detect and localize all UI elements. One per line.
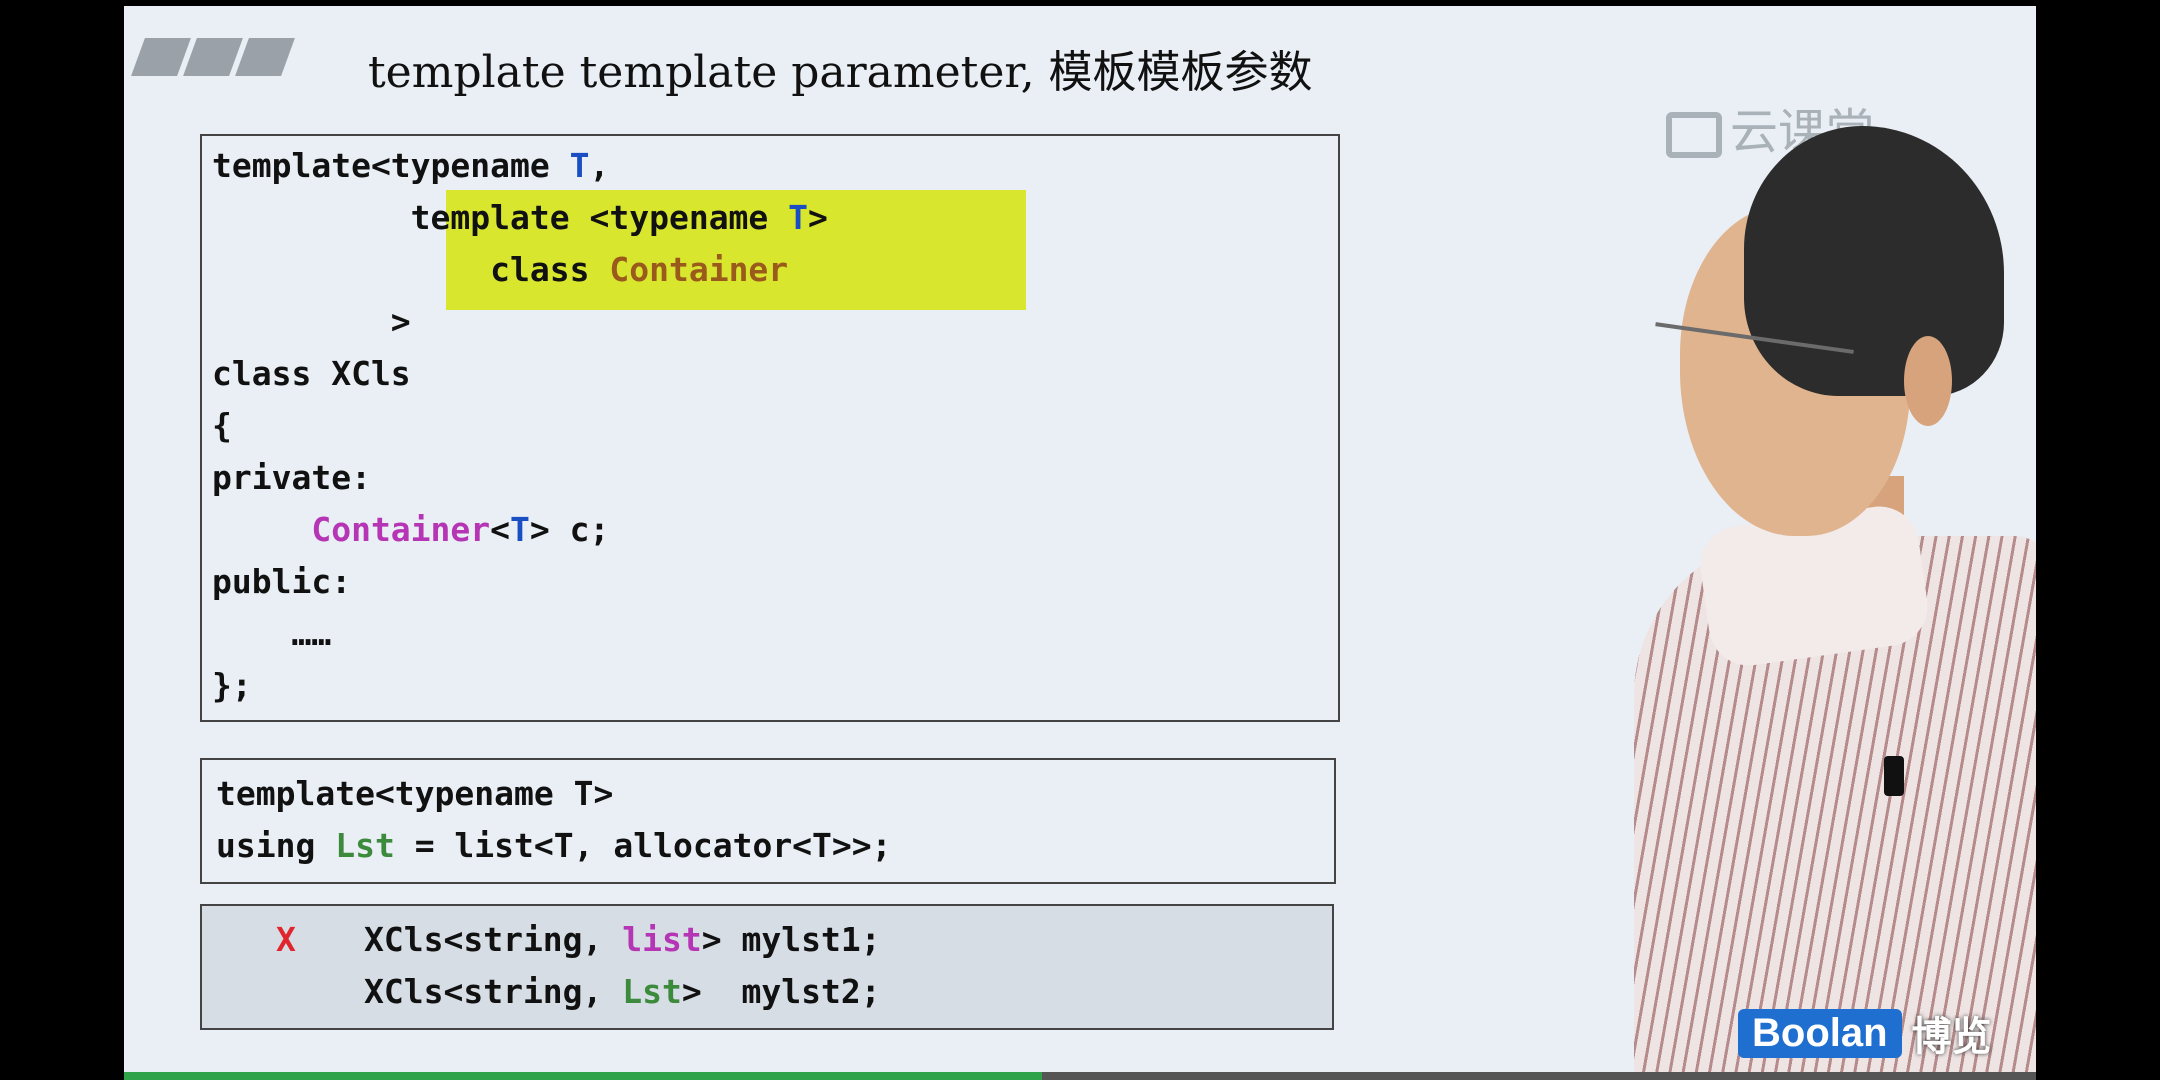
title-decoration	[183, 38, 243, 76]
title-decoration	[235, 38, 295, 76]
presenter	[1504, 66, 2036, 1074]
presenter-ear	[1904, 336, 1952, 426]
slide-title: template template parameter, 模板模板参数	[368, 47, 1313, 98]
code-box-usage: X XCls<string, list> mylst1; XCls<string…	[200, 904, 1334, 1030]
video-progress-bar[interactable]	[124, 1072, 2036, 1080]
presenter-hair	[1744, 126, 2004, 396]
code-block-xcls: template<typename T, template <typename …	[212, 146, 828, 705]
video-progress-fill	[124, 1072, 1042, 1080]
code-block-lst-alias: template<typename T> using Lst = list<T,…	[216, 774, 892, 865]
lapel-mic-icon	[1884, 756, 1904, 796]
brand-logo: Boolan 博览	[1738, 1004, 1992, 1060]
error-mark: X	[276, 920, 296, 959]
title-decoration	[131, 38, 191, 76]
lecture-slide: template template parameter, 模板模板参数 temp…	[124, 6, 2036, 1074]
code-box-template-declaration: template<typename T, template <typename …	[200, 134, 1340, 722]
code-block-usage: XCls<string, list> mylst1; XCls<string, …	[364, 920, 881, 1011]
code-box-alias-template: template<typename T> using Lst = list<T,…	[200, 758, 1336, 884]
